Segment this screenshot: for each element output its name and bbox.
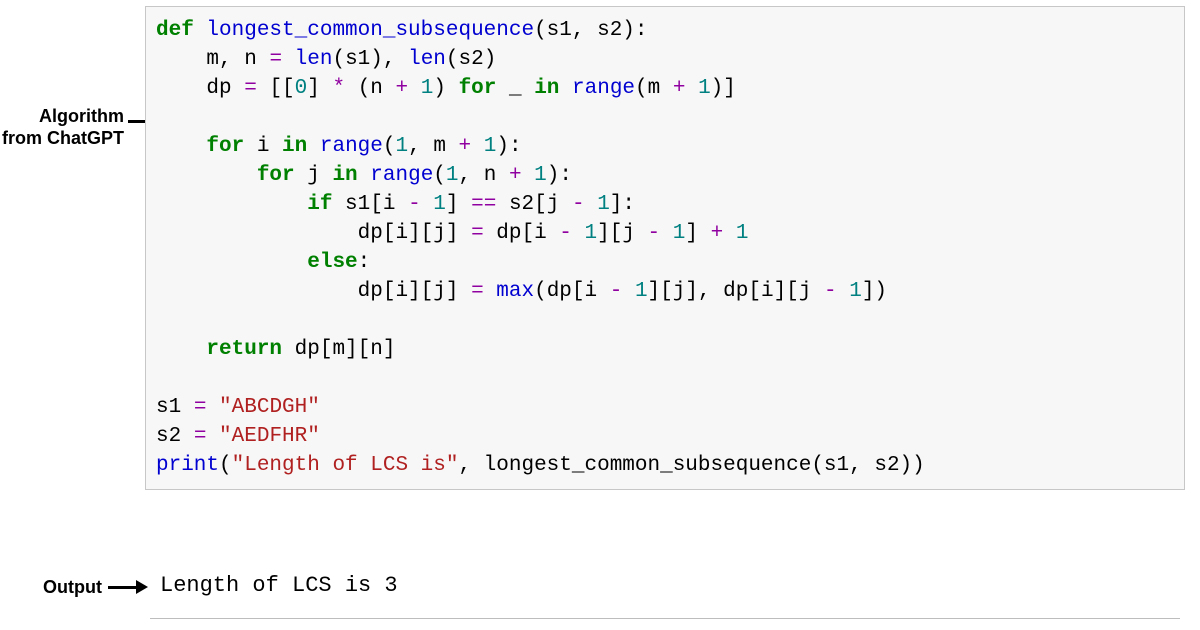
- algorithm-label-line2: from ChatGPT: [2, 128, 124, 148]
- algorithm-label: Algorithm from ChatGPT: [0, 106, 124, 149]
- output-text: Length of LCS is 3: [160, 573, 398, 598]
- output-label: Output: [20, 577, 102, 599]
- code-block: def longest_common_subsequence(s1, s2): …: [145, 6, 1185, 490]
- divider: [150, 618, 1180, 619]
- code-content: def longest_common_subsequence(s1, s2): …: [156, 17, 1168, 481]
- arrow-icon: [108, 580, 148, 594]
- algorithm-label-line1: Algorithm: [39, 106, 124, 126]
